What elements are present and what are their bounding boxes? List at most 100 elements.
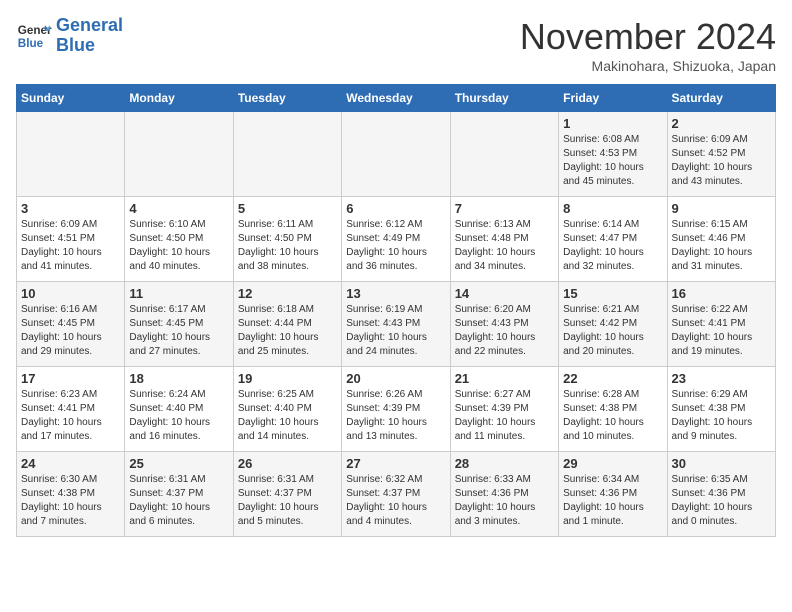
- day-number: 6: [346, 201, 445, 216]
- day-number: 23: [672, 371, 771, 386]
- calendar-week-1: 3Sunrise: 6:09 AMSunset: 4:51 PMDaylight…: [17, 197, 776, 282]
- day-number: 26: [238, 456, 337, 471]
- header-thursday: Thursday: [450, 85, 558, 112]
- day-info: Sunrise: 6:22 AMSunset: 4:41 PMDaylight:…: [672, 303, 771, 359]
- logo-text: GeneralBlue: [56, 16, 123, 56]
- day-info: Sunrise: 6:25 AMSunset: 4:40 PMDaylight:…: [238, 388, 337, 444]
- day-number: 17: [21, 371, 120, 386]
- day-info: Sunrise: 6:19 AMSunset: 4:43 PMDaylight:…: [346, 303, 445, 359]
- location: Makinohara, Shizuoka, Japan: [520, 58, 776, 74]
- day-number: 11: [129, 286, 228, 301]
- calendar-cell: 12 Sunrise: 6:18 AMSunset: 4:44 PMDayligh…: [233, 282, 341, 367]
- day-info: Sunrise: 6:34 AMSunset: 4:36 PMDaylight:…: [563, 473, 662, 529]
- day-number: 24: [21, 456, 120, 471]
- day-info: Sunrise: 6:26 AMSunset: 4:39 PMDaylight:…: [346, 388, 445, 444]
- calendar-cell: 9 Sunrise: 6:15 AMSunset: 4:46 PMDaylight…: [667, 197, 775, 282]
- day-number: 28: [455, 456, 554, 471]
- calendar-cell: 23 Sunrise: 6:29 AMSunset: 4:38 PMDayligh…: [667, 367, 775, 452]
- day-info: Sunrise: 6:30 AMSunset: 4:38 PMDaylight:…: [21, 473, 120, 529]
- day-number: 5: [238, 201, 337, 216]
- calendar-cell: 26 Sunrise: 6:31 AMSunset: 4:37 PMDayligh…: [233, 452, 341, 537]
- day-info: Sunrise: 6:24 AMSunset: 4:40 PMDaylight:…: [129, 388, 228, 444]
- day-number: 22: [563, 371, 662, 386]
- calendar-cell: 8Sunrise: 6:14 AMSunset: 4:47 PMDaylight…: [559, 197, 667, 282]
- day-info: Sunrise: 6:21 AMSunset: 4:42 PMDaylight:…: [563, 303, 662, 359]
- header-monday: Monday: [125, 85, 233, 112]
- day-info: Sunrise: 6:33 AMSunset: 4:36 PMDaylight:…: [455, 473, 554, 529]
- calendar-cell: 5 Sunrise: 6:11 AMSunset: 4:50 PMDaylight…: [233, 197, 341, 282]
- calendar-cell: 18 Sunrise: 6:24 AMSunset: 4:40 PMDayligh…: [125, 367, 233, 452]
- day-number: 2: [672, 116, 771, 131]
- calendar-cell: 25 Sunrise: 6:31 AMSunset: 4:37 PMDayligh…: [125, 452, 233, 537]
- calendar-cell: 11 Sunrise: 6:17 AMSunset: 4:45 PMDayligh…: [125, 282, 233, 367]
- header-friday: Friday: [559, 85, 667, 112]
- calendar-cell: 10 Sunrise: 6:16 AMSunset: 4:45 PMDayligh…: [17, 282, 125, 367]
- calendar-cell: 14 Sunrise: 6:20 AMSunset: 4:43 PMDayligh…: [450, 282, 558, 367]
- day-number: 8: [563, 201, 662, 216]
- header-tuesday: Tuesday: [233, 85, 341, 112]
- day-info: Sunrise: 6:10 AMSunset: 4:50 PMDaylight:…: [129, 218, 228, 274]
- day-info: Sunrise: 6:32 AMSunset: 4:37 PMDaylight:…: [346, 473, 445, 529]
- day-info: Sunrise: 6:09 AMSunset: 4:52 PMDaylight:…: [672, 133, 771, 189]
- day-info: Sunrise: 6:11 AMSunset: 4:50 PMDaylight:…: [238, 218, 337, 274]
- calendar-cell: 30Sunrise: 6:35 AMSunset: 4:36 PMDayligh…: [667, 452, 775, 537]
- day-number: 30: [672, 456, 771, 471]
- calendar-cell: 3Sunrise: 6:09 AMSunset: 4:51 PMDaylight…: [17, 197, 125, 282]
- calendar-body: 1Sunrise: 6:08 AMSunset: 4:53 PMDaylight…: [17, 112, 776, 537]
- day-number: 16: [672, 286, 771, 301]
- day-number: 29: [563, 456, 662, 471]
- calendar-week-4: 24 Sunrise: 6:30 AMSunset: 4:38 PMDayligh…: [17, 452, 776, 537]
- calendar-cell: 2 Sunrise: 6:09 AMSunset: 4:52 PMDaylight…: [667, 112, 775, 197]
- day-info: Sunrise: 6:31 AMSunset: 4:37 PMDaylight:…: [238, 473, 337, 529]
- calendar-cell: 1Sunrise: 6:08 AMSunset: 4:53 PMDaylight…: [559, 112, 667, 197]
- calendar-cell: [125, 112, 233, 197]
- calendar-cell: 17 Sunrise: 6:23 AMSunset: 4:41 PMDayligh…: [17, 367, 125, 452]
- calendar-cell: 22 Sunrise: 6:28 AMSunset: 4:38 PMDayligh…: [559, 367, 667, 452]
- day-info: Sunrise: 6:31 AMSunset: 4:37 PMDaylight:…: [129, 473, 228, 529]
- calendar-header-row: SundayMondayTuesdayWednesdayThursdayFrid…: [17, 85, 776, 112]
- logo: General Blue GeneralBlue: [16, 16, 123, 56]
- day-number: 20: [346, 371, 445, 386]
- header-wednesday: Wednesday: [342, 85, 450, 112]
- calendar-table: SundayMondayTuesdayWednesdayThursdayFrid…: [16, 84, 776, 537]
- day-info: Sunrise: 6:15 AMSunset: 4:46 PMDaylight:…: [672, 218, 771, 274]
- calendar-cell: 19 Sunrise: 6:25 AMSunset: 4:40 PMDayligh…: [233, 367, 341, 452]
- day-info: Sunrise: 6:13 AMSunset: 4:48 PMDaylight:…: [455, 218, 554, 274]
- day-info: Sunrise: 6:20 AMSunset: 4:43 PMDaylight:…: [455, 303, 554, 359]
- calendar-cell: 4 Sunrise: 6:10 AMSunset: 4:50 PMDaylight…: [125, 197, 233, 282]
- header-sunday: Sunday: [17, 85, 125, 112]
- calendar-cell: 16 Sunrise: 6:22 AMSunset: 4:41 PMDayligh…: [667, 282, 775, 367]
- day-number: 12: [238, 286, 337, 301]
- day-number: 18: [129, 371, 228, 386]
- calendar-cell: 15Sunrise: 6:21 AMSunset: 4:42 PMDayligh…: [559, 282, 667, 367]
- day-number: 10: [21, 286, 120, 301]
- day-number: 3: [21, 201, 120, 216]
- logo-icon: General Blue: [16, 18, 52, 54]
- day-info: Sunrise: 6:17 AMSunset: 4:45 PMDaylight:…: [129, 303, 228, 359]
- day-info: Sunrise: 6:18 AMSunset: 4:44 PMDaylight:…: [238, 303, 337, 359]
- day-info: Sunrise: 6:23 AMSunset: 4:41 PMDaylight:…: [21, 388, 120, 444]
- calendar-cell: 27Sunrise: 6:32 AMSunset: 4:37 PMDayligh…: [342, 452, 450, 537]
- day-info: Sunrise: 6:16 AMSunset: 4:45 PMDaylight:…: [21, 303, 120, 359]
- svg-text:Blue: Blue: [18, 37, 44, 50]
- calendar-cell: 20 Sunrise: 6:26 AMSunset: 4:39 PMDayligh…: [342, 367, 450, 452]
- calendar-cell: 7 Sunrise: 6:13 AMSunset: 4:48 PMDaylight…: [450, 197, 558, 282]
- day-number: 4: [129, 201, 228, 216]
- month-title: November 2024: [520, 16, 776, 58]
- day-number: 19: [238, 371, 337, 386]
- day-info: Sunrise: 6:12 AMSunset: 4:49 PMDaylight:…: [346, 218, 445, 274]
- day-info: Sunrise: 6:28 AMSunset: 4:38 PMDaylight:…: [563, 388, 662, 444]
- calendar-cell: 21Sunrise: 6:27 AMSunset: 4:39 PMDayligh…: [450, 367, 558, 452]
- calendar-cell: [450, 112, 558, 197]
- day-number: 9: [672, 201, 771, 216]
- day-number: 13: [346, 286, 445, 301]
- calendar-week-2: 10 Sunrise: 6:16 AMSunset: 4:45 PMDayligh…: [17, 282, 776, 367]
- day-number: 7: [455, 201, 554, 216]
- header-saturday: Saturday: [667, 85, 775, 112]
- day-number: 14: [455, 286, 554, 301]
- calendar-cell: 6 Sunrise: 6:12 AMSunset: 4:49 PMDaylight…: [342, 197, 450, 282]
- day-info: Sunrise: 6:29 AMSunset: 4:38 PMDaylight:…: [672, 388, 771, 444]
- calendar-week-3: 17 Sunrise: 6:23 AMSunset: 4:41 PMDayligh…: [17, 367, 776, 452]
- day-number: 21: [455, 371, 554, 386]
- day-number: 25: [129, 456, 228, 471]
